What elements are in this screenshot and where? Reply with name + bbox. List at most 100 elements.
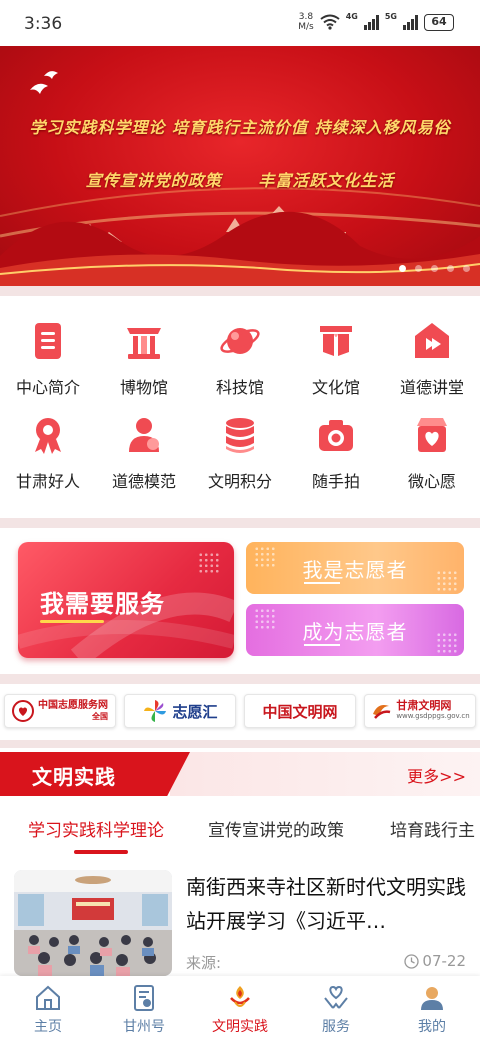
section-title-tab: 文明实践 — [0, 752, 190, 796]
carousel-dot[interactable] — [431, 265, 438, 272]
signal-5g-icon — [403, 14, 418, 30]
network-speed: 3.8 M/s — [298, 12, 314, 32]
status-indicators: 3.8 M/s 4G 5G 64 — [298, 12, 454, 32]
link-sub: www.gsdppgs.gov.cn — [396, 712, 470, 720]
network-speed-value: 3.8 — [298, 12, 314, 22]
home-icon — [36, 985, 60, 1010]
banner-carousel[interactable]: 学习实践科学理论 培育践行主流价值 持续深入移风易俗 宣传宣讲党的政策 丰富活跃… — [0, 46, 480, 286]
grid-item-science-museum[interactable]: 科技馆 — [192, 304, 288, 404]
nav-ganzhou-hao[interactable]: 甘州号 — [96, 976, 192, 1040]
user-icon — [421, 987, 443, 1010]
become-volunteer-button[interactable]: 成为志愿者 — [246, 604, 464, 656]
link-name: 中国文明网 — [262, 702, 338, 721]
grid-item-micro-wish[interactable]: 微心愿 — [384, 398, 480, 498]
label-underline — [40, 620, 104, 623]
volunteer-service-logo — [12, 700, 34, 722]
nav-mine[interactable]: 我的 — [384, 976, 480, 1040]
link-china-civilization[interactable]: 中国文明网 — [244, 694, 356, 728]
museum-icon — [127, 328, 161, 359]
banner-slogan-2: 宣传宣讲党的政策 丰富活跃文化生活 — [0, 167, 480, 191]
battery-icon: 64 — [424, 13, 454, 31]
nav-label: 服务 — [322, 1019, 350, 1035]
section-divider — [0, 518, 480, 528]
camera-icon — [319, 420, 353, 451]
link-china-volunteer-service[interactable]: 中国志愿服务网 全国 — [4, 694, 116, 728]
tab-study-theory[interactable]: 学习实践科学理论 — [28, 816, 164, 841]
grid-item-label: 甘肃好人 — [15, 472, 80, 491]
network-speed-unit: M/s — [298, 22, 314, 32]
link-gansu-civilization[interactable]: 甘肃文明网 www.gsdppgs.gov.cn — [364, 694, 476, 728]
document-icon — [35, 323, 61, 359]
need-service-label: 我需要服务 — [40, 590, 165, 618]
carousel-indicator — [399, 265, 470, 272]
label-underline — [304, 582, 340, 584]
article-source: 来源: — [186, 954, 222, 972]
article-date-text: 07-22 — [422, 952, 466, 970]
link-sub: 全国 — [92, 712, 108, 721]
grid-item-moral-lecture[interactable]: 道德讲堂 — [384, 304, 480, 404]
signal-4g-icon — [363, 14, 379, 30]
award-ribbon-icon — [35, 418, 61, 454]
dot-pattern — [198, 552, 220, 574]
grid-item-museum[interactable]: 博物馆 — [96, 304, 192, 404]
volunteer-cards: 我需要服务 我是志愿者 成为志愿者 — [0, 528, 480, 674]
book-icon — [320, 326, 352, 356]
grid-item-gansu-good-people[interactable]: 甘肃好人 — [0, 398, 96, 498]
carousel-dot[interactable] — [463, 265, 470, 272]
carousel-dot[interactable] — [399, 265, 406, 272]
nav-label: 甘州号 — [123, 1019, 165, 1035]
i-am-volunteer-label: 我是志愿者 — [302, 558, 408, 582]
carousel-dot[interactable] — [415, 265, 422, 272]
section-title: 文明实践 — [32, 765, 116, 789]
dove-icon — [30, 71, 58, 94]
link-zhiyuanhui[interactable]: 志愿汇 — [124, 694, 236, 728]
banner-slogan-2a: 宣传宣讲党的政策 — [85, 171, 222, 190]
bottom-nav: 主页 甘州号 文明实践 服务 我的 — [0, 976, 480, 1040]
planet-icon — [220, 328, 260, 354]
nav-label: 主页 — [34, 1019, 62, 1035]
section-divider — [0, 740, 480, 748]
label-underline — [304, 644, 340, 646]
nav-home[interactable]: 主页 — [0, 976, 96, 1040]
pinwheel-logo — [144, 700, 167, 722]
article-item[interactable]: 南街西来寺社区新时代文明实践站开展学习《习近平… 来源: 07-22 — [0, 866, 480, 976]
nav-civilization-practice[interactable]: 文明实践 — [192, 976, 288, 1040]
active-tab-indicator — [74, 850, 128, 854]
grid-item-label: 博物馆 — [119, 378, 168, 397]
person-icon — [129, 418, 159, 452]
clock-icon — [404, 953, 420, 969]
classroom-photo — [14, 870, 172, 976]
grid-item-civic-points[interactable]: 文明积分 — [192, 398, 288, 498]
need-service-button[interactable]: 我需要服务 — [18, 542, 234, 658]
coins-stack-icon — [226, 418, 254, 453]
link-name: 志愿汇 — [172, 702, 218, 721]
section-divider — [0, 286, 480, 296]
nav-label: 文明实践 — [212, 1019, 268, 1035]
tab-core-values[interactable]: 培育践行主 — [390, 816, 475, 841]
profile-card-icon — [134, 985, 154, 1011]
status-bar: 3:36 3.8 M/s 4G 5G 64 — [0, 0, 480, 46]
grid-item-center-intro[interactable]: 中心简介 — [0, 304, 96, 404]
nav-service[interactable]: 服务 — [288, 976, 384, 1040]
grid-item-cultural-center[interactable]: 文化馆 — [288, 304, 384, 404]
status-time: 3:36 — [24, 14, 63, 34]
i-am-volunteer-button[interactable]: 我是志愿者 — [246, 542, 464, 594]
tab-party-policy[interactable]: 宣传宣讲党的政策 — [208, 816, 344, 841]
section-divider — [0, 674, 480, 684]
banner-slogan-2b: 丰富活跃文化生活 — [258, 171, 395, 190]
link-name: 甘肃文明网 — [396, 699, 452, 712]
grid-item-label: 科技馆 — [215, 378, 264, 397]
article-date: 07-22 — [404, 952, 466, 970]
article-title: 南街西来寺社区新时代文明实践站开展学习《习近平… — [186, 875, 466, 933]
partner-links: 中国志愿服务网 全国 志愿汇 中国文明网 甘肃文明网 www.gsdppgs.g… — [0, 686, 480, 736]
carousel-dot[interactable] — [447, 265, 454, 272]
grid-item-snapshot[interactable]: 随手拍 — [288, 398, 384, 498]
network-4g-label: 4G — [345, 12, 358, 21]
grid-item-label: 微心愿 — [407, 472, 456, 491]
link-name: 中国志愿服务网 — [38, 700, 108, 711]
banner-decoration — [0, 71, 480, 286]
grid-item-moral-models[interactable]: 道德模范 — [96, 398, 192, 498]
banner-slogan-1: 学习实践科学理论 培育践行主流价值 持续深入移风易俗 — [29, 118, 451, 137]
grid-item-label: 道德模范 — [111, 472, 176, 491]
more-link[interactable]: 更多>> — [407, 763, 466, 787]
